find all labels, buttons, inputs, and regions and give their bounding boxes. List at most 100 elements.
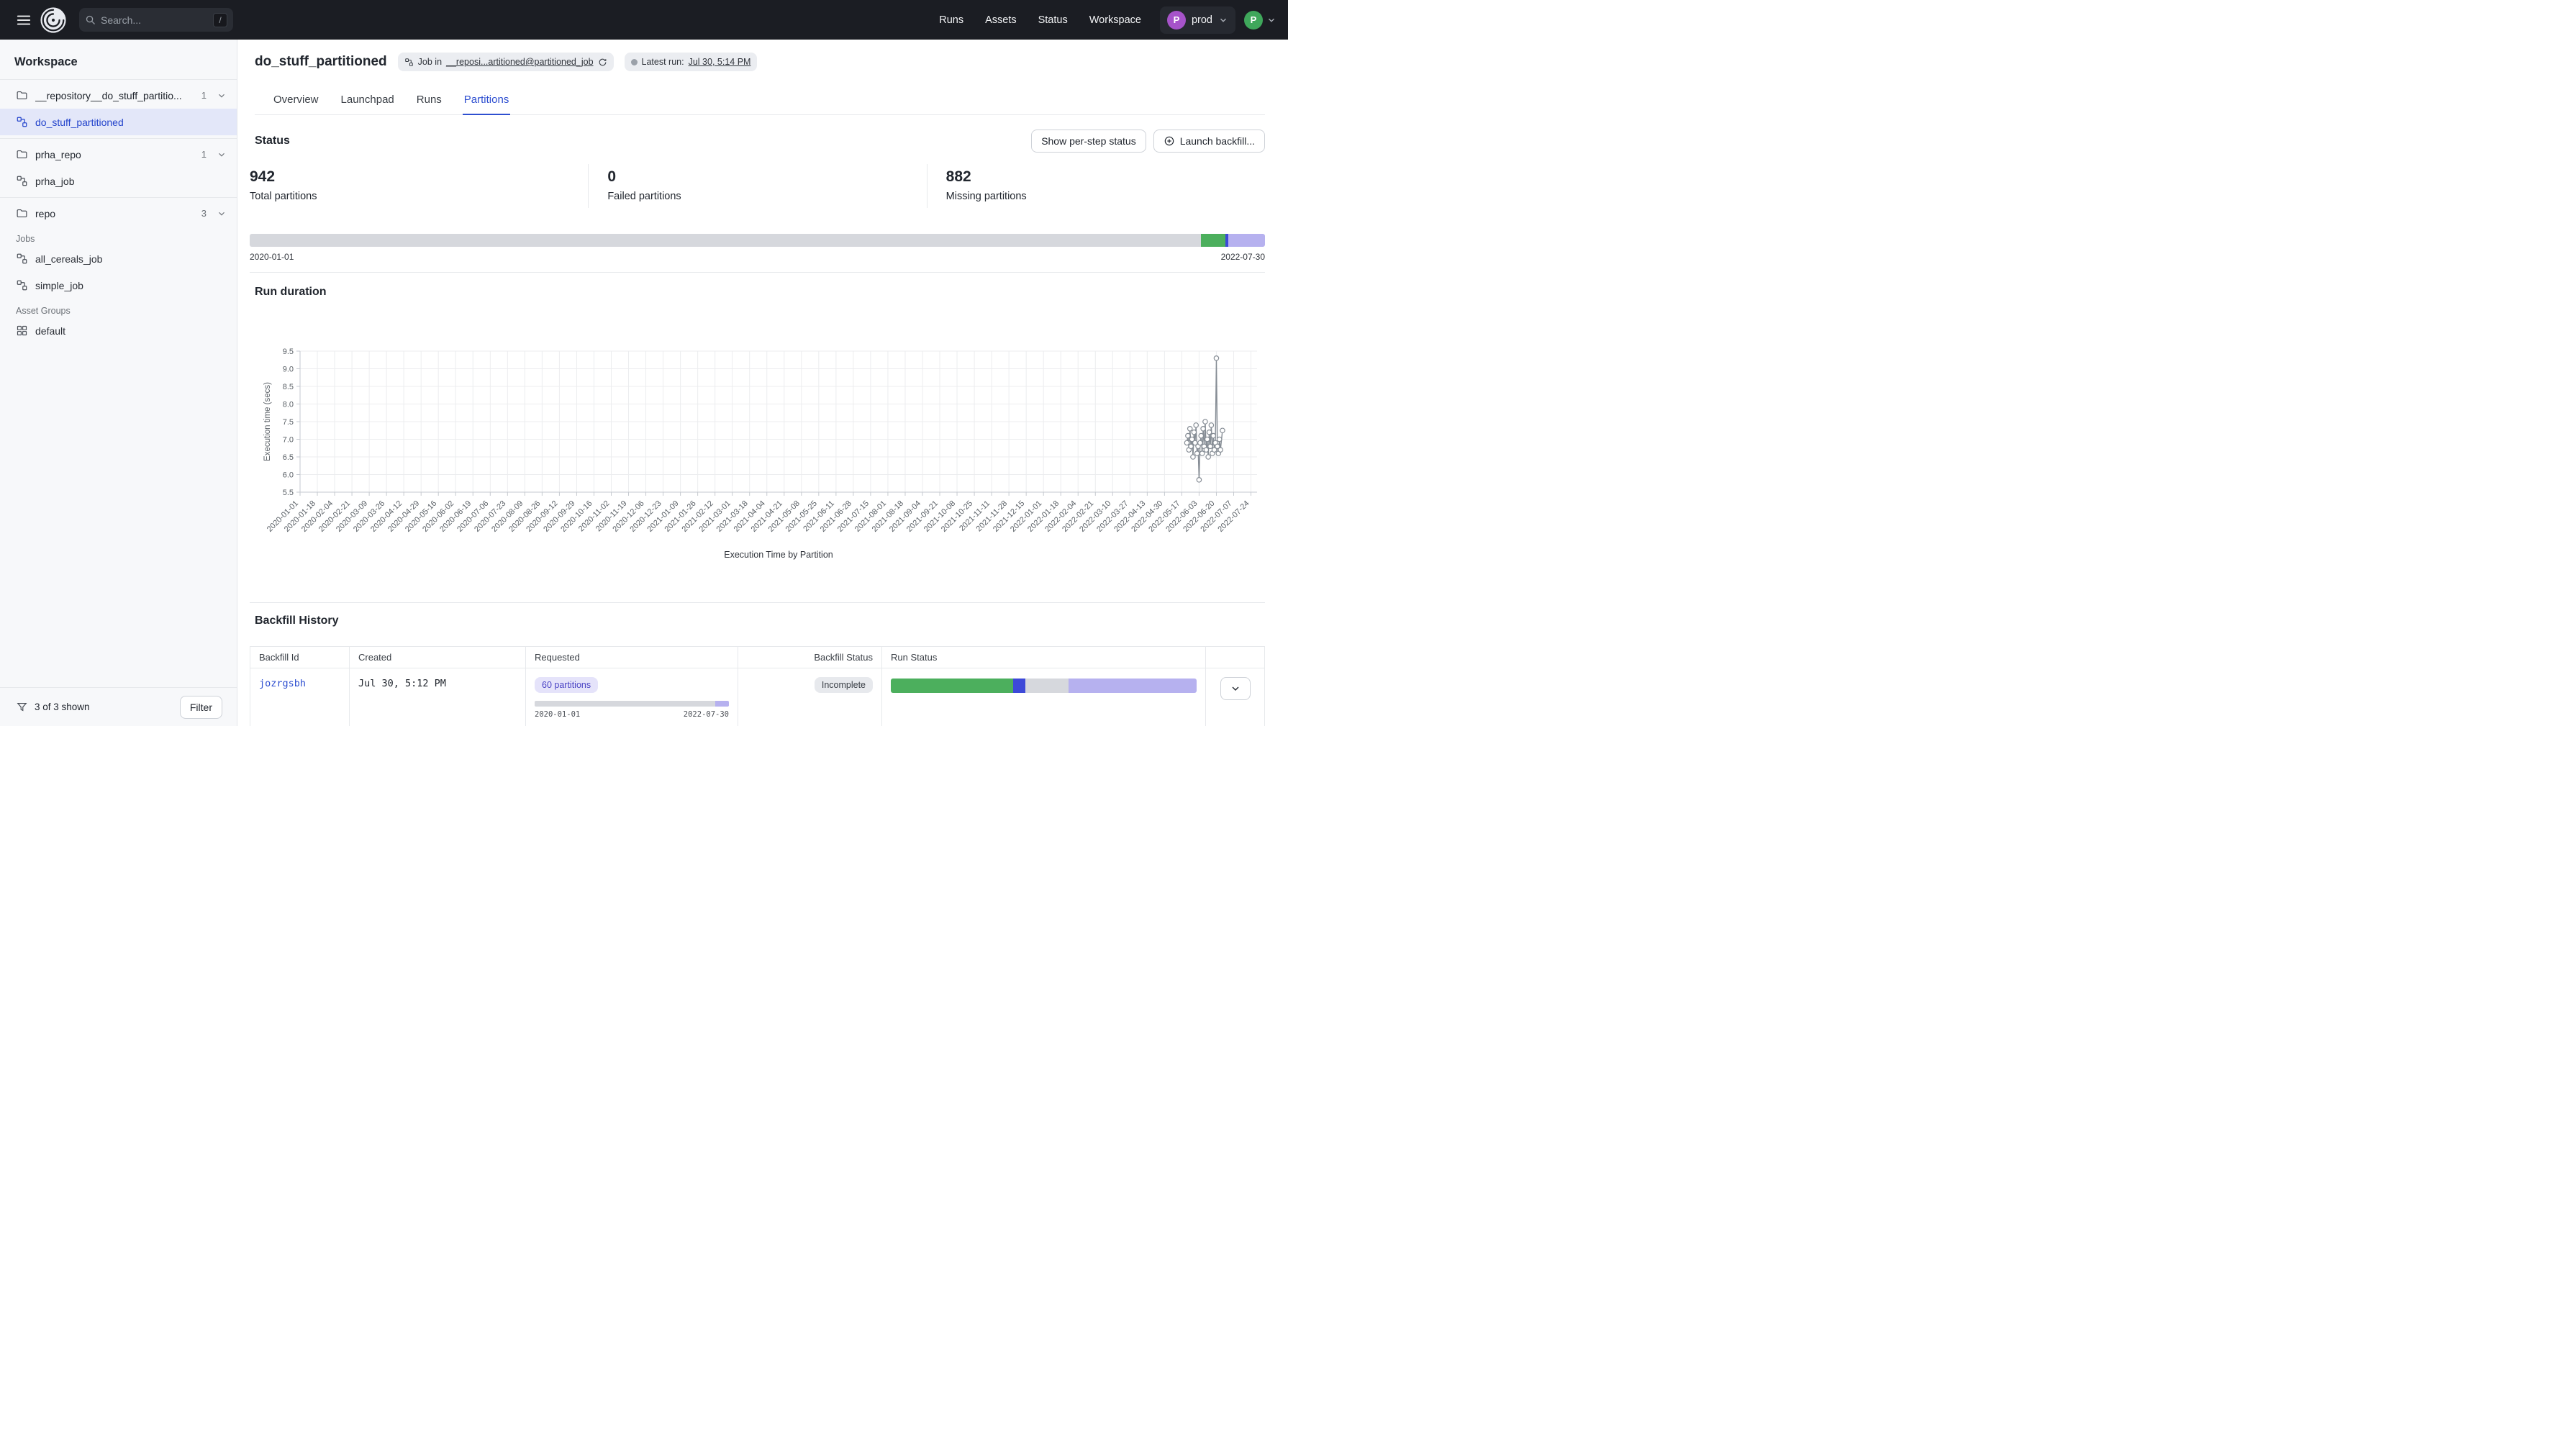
job-tag-link[interactable]: __reposi...artitioned@partitioned_job: [446, 57, 594, 67]
dagster-logo: [39, 6, 68, 35]
sidebar-item-label: all_cereals_job: [35, 253, 102, 265]
nav-link-workspace[interactable]: Workspace: [1089, 14, 1141, 26]
main-content: do_stuff_partitioned Job in __reposi...a…: [237, 40, 1288, 726]
col-backfill-status: Backfill Status: [738, 647, 882, 668]
launch-backfill-button[interactable]: Launch backfill...: [1153, 130, 1265, 153]
bar-segment-queued: [1069, 679, 1197, 693]
search-box[interactable]: /: [79, 8, 233, 32]
tab-partitions[interactable]: Partitions: [463, 87, 511, 115]
sidebar-item-label: simple_job: [35, 280, 83, 291]
partition-status-bar[interactable]: [250, 234, 1265, 247]
repo-count-badge: 1: [201, 90, 207, 101]
section-divider: [250, 272, 1265, 273]
repo-count-text: 3 of 3 shown: [35, 702, 173, 712]
bar-segment-missing: [250, 234, 1201, 247]
run-duration-section: Run duration 5.56.06.57.07.58.08.59.09.5…: [237, 286, 1288, 603]
svg-text:6.0: 6.0: [283, 471, 294, 480]
job-icon: [16, 279, 28, 291]
sidebar-item-label: do_stuff_partitioned: [35, 117, 124, 128]
chart-grid: [300, 351, 1257, 492]
col-actions: [1206, 647, 1265, 668]
run-duration-chart-wrap: 5.56.06.57.07.58.08.59.09.52020-01-01202…: [250, 319, 1265, 563]
repo-header[interactable]: prha_repo1: [0, 141, 237, 168]
folder-icon: [16, 148, 28, 160]
repo-header[interactable]: __repository__do_stuff_partitio... 1: [0, 82, 237, 109]
svg-text:5.5: 5.5: [283, 489, 294, 497]
repo-header[interactable]: repo3: [0, 200, 237, 227]
job-icon: [404, 58, 414, 67]
table-row: jozrgsbh Jul 30, 5:12 PM 60 partitions 2…: [250, 668, 1265, 727]
sidebar-item-all_cereals_job[interactable]: all_cereals_job: [0, 245, 237, 272]
tab-runs[interactable]: Runs: [415, 87, 443, 115]
svg-text:7.0: 7.0: [283, 436, 294, 445]
refresh-icon[interactable]: [598, 58, 607, 67]
job-origin-tag: Job in __reposi...artitioned@partitioned…: [398, 53, 614, 71]
stat-label: Failed partitions: [607, 191, 926, 202]
chart-x-ticks: 2020-01-012020-01-182020-02-042020-02-21…: [266, 492, 1251, 534]
sidebar-section-label: Jobs: [0, 227, 237, 245]
section-divider: [250, 602, 1265, 603]
requested-progress-bar: [535, 701, 729, 707]
run-status-bar: [891, 679, 1197, 693]
nav-link-assets[interactable]: Assets: [985, 14, 1017, 26]
show-per-step-status-button[interactable]: Show per-step status: [1031, 130, 1146, 153]
nav-links: Runs Assets Status Workspace: [939, 14, 1141, 26]
job-icon: [16, 175, 28, 187]
page-tabs: Overview Launchpad Runs Partitions: [255, 87, 1265, 115]
sidebar-item-default[interactable]: default: [0, 317, 237, 344]
requested-range-end: 2022-07-30: [684, 710, 729, 719]
backfill-history-table: Backfill Id Created Requested Backfill S…: [250, 646, 1265, 726]
sidebar-footer: 3 of 3 shown Filter: [0, 687, 237, 726]
tab-overview[interactable]: Overview: [272, 87, 320, 115]
deployment-label: prod: [1192, 14, 1212, 26]
user-avatar: P: [1244, 11, 1263, 30]
repo-name: repo: [35, 208, 194, 219]
backfill-id-link[interactable]: jozrgsbh: [259, 678, 306, 689]
page-title: do_stuff_partitioned: [255, 54, 387, 70]
search-input[interactable]: [101, 14, 208, 26]
requested-range-start: 2020-01-01: [535, 710, 580, 719]
status-heading: Status: [255, 135, 1031, 148]
stat-label: Total partitions: [250, 191, 588, 202]
job-icon: [16, 253, 28, 265]
sidebar-item-prha_job[interactable]: prha_job: [0, 168, 237, 194]
asset-group-icon: [16, 325, 28, 337]
svg-text:7.5: 7.5: [283, 418, 294, 427]
nav-link-runs[interactable]: Runs: [939, 14, 963, 26]
sidebar-section-label: Asset Groups: [0, 299, 237, 317]
run-duration-chart: 5.56.06.57.07.58.08.59.09.52020-01-01202…: [250, 319, 1265, 563]
backfill-history-heading: Backfill History: [255, 614, 1265, 627]
filter-icon: [16, 701, 28, 713]
hamburger-menu-button[interactable]: [12, 8, 36, 32]
hamburger-icon: [16, 12, 32, 28]
backfill-status-badge: Incomplete: [815, 677, 873, 693]
repo-name: __repository__do_stuff_partitio...: [35, 90, 194, 101]
sidebar-item-do_stuff_partitioned[interactable]: do_stuff_partitioned: [0, 109, 237, 135]
chevron-down-icon: [217, 209, 227, 219]
page-header: do_stuff_partitioned Job in __reposi...a…: [237, 40, 1288, 115]
filter-button[interactable]: Filter: [180, 696, 222, 719]
sidebar-item-label: prha_job: [35, 176, 75, 187]
user-menu[interactable]: P: [1244, 11, 1276, 30]
svg-text:8.0: 8.0: [283, 401, 294, 409]
chart-y-ticks: 5.56.06.57.07.58.08.59.09.5: [283, 348, 300, 497]
run-status-dot: [631, 59, 638, 65]
col-requested: Requested: [526, 647, 738, 668]
workspace-repo-list: __repository__do_stuff_partitio... 1 do_st…: [0, 79, 237, 687]
latest-run-link[interactable]: Jul 30, 5:14 PM: [689, 57, 751, 67]
stat-value: 0: [607, 168, 926, 186]
job-icon: [16, 116, 28, 128]
run-duration-heading: Run duration: [255, 286, 1265, 299]
nav-link-status[interactable]: Status: [1038, 14, 1068, 26]
bar-segment-queued: [1228, 234, 1265, 247]
svg-text:9.5: 9.5: [283, 348, 294, 356]
tab-launchpad[interactable]: Launchpad: [340, 87, 396, 115]
repo-block: repo3Jobs all_cereals_job simple_job Asset …: [0, 197, 237, 347]
repo-block: prha_repo1 prha_job: [0, 138, 237, 197]
backfill-menu-button[interactable]: [1220, 677, 1251, 700]
chevron-down-icon: [1266, 15, 1276, 25]
deployment-switcher[interactable]: P prod: [1160, 6, 1235, 34]
sidebar-item-simple_job[interactable]: simple_job: [0, 272, 237, 299]
latest-run-tag: Latest run: Jul 30, 5:14 PM: [625, 53, 758, 71]
svg-text:8.5: 8.5: [283, 383, 294, 391]
